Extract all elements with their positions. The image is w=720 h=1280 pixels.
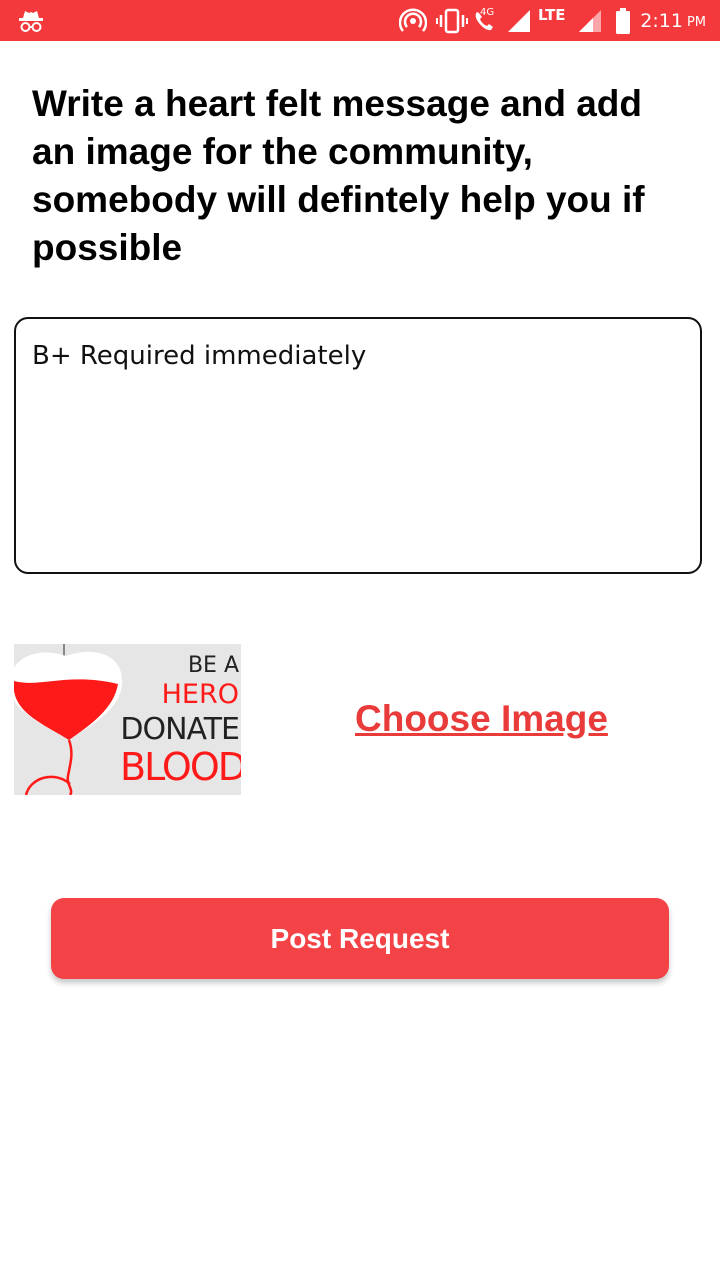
ampm-label: PM xyxy=(686,14,706,30)
four-g-label: 4G xyxy=(480,7,495,18)
lte-label: LTE xyxy=(538,6,566,24)
signal-icon-2 xyxy=(576,0,604,41)
time-label: 2:11 xyxy=(640,9,683,32)
signal-icon xyxy=(505,0,533,41)
preview-line-1: BE A xyxy=(187,653,239,678)
status-bar: 4G LTE 2:11 PM xyxy=(0,0,720,41)
battery-icon xyxy=(612,0,634,41)
message-input[interactable]: B+ Required immediately xyxy=(14,317,702,574)
status-time: 2:11 PM xyxy=(640,0,706,41)
preview-line-3: DONATE xyxy=(120,712,240,747)
hotspot-icon xyxy=(398,0,428,41)
choose-image-link[interactable]: Choose Image xyxy=(355,698,608,740)
vibrate-icon xyxy=(435,0,469,41)
incognito-icon xyxy=(16,0,46,41)
post-request-button[interactable]: Post Request xyxy=(51,898,669,979)
image-preview: BE A HERO DONATE BLOOD xyxy=(14,644,241,795)
preview-line-2: HERO xyxy=(161,679,239,710)
page-heading: Write a heart felt message and add an im… xyxy=(32,83,645,268)
preview-line-4: BLOOD xyxy=(120,745,241,789)
